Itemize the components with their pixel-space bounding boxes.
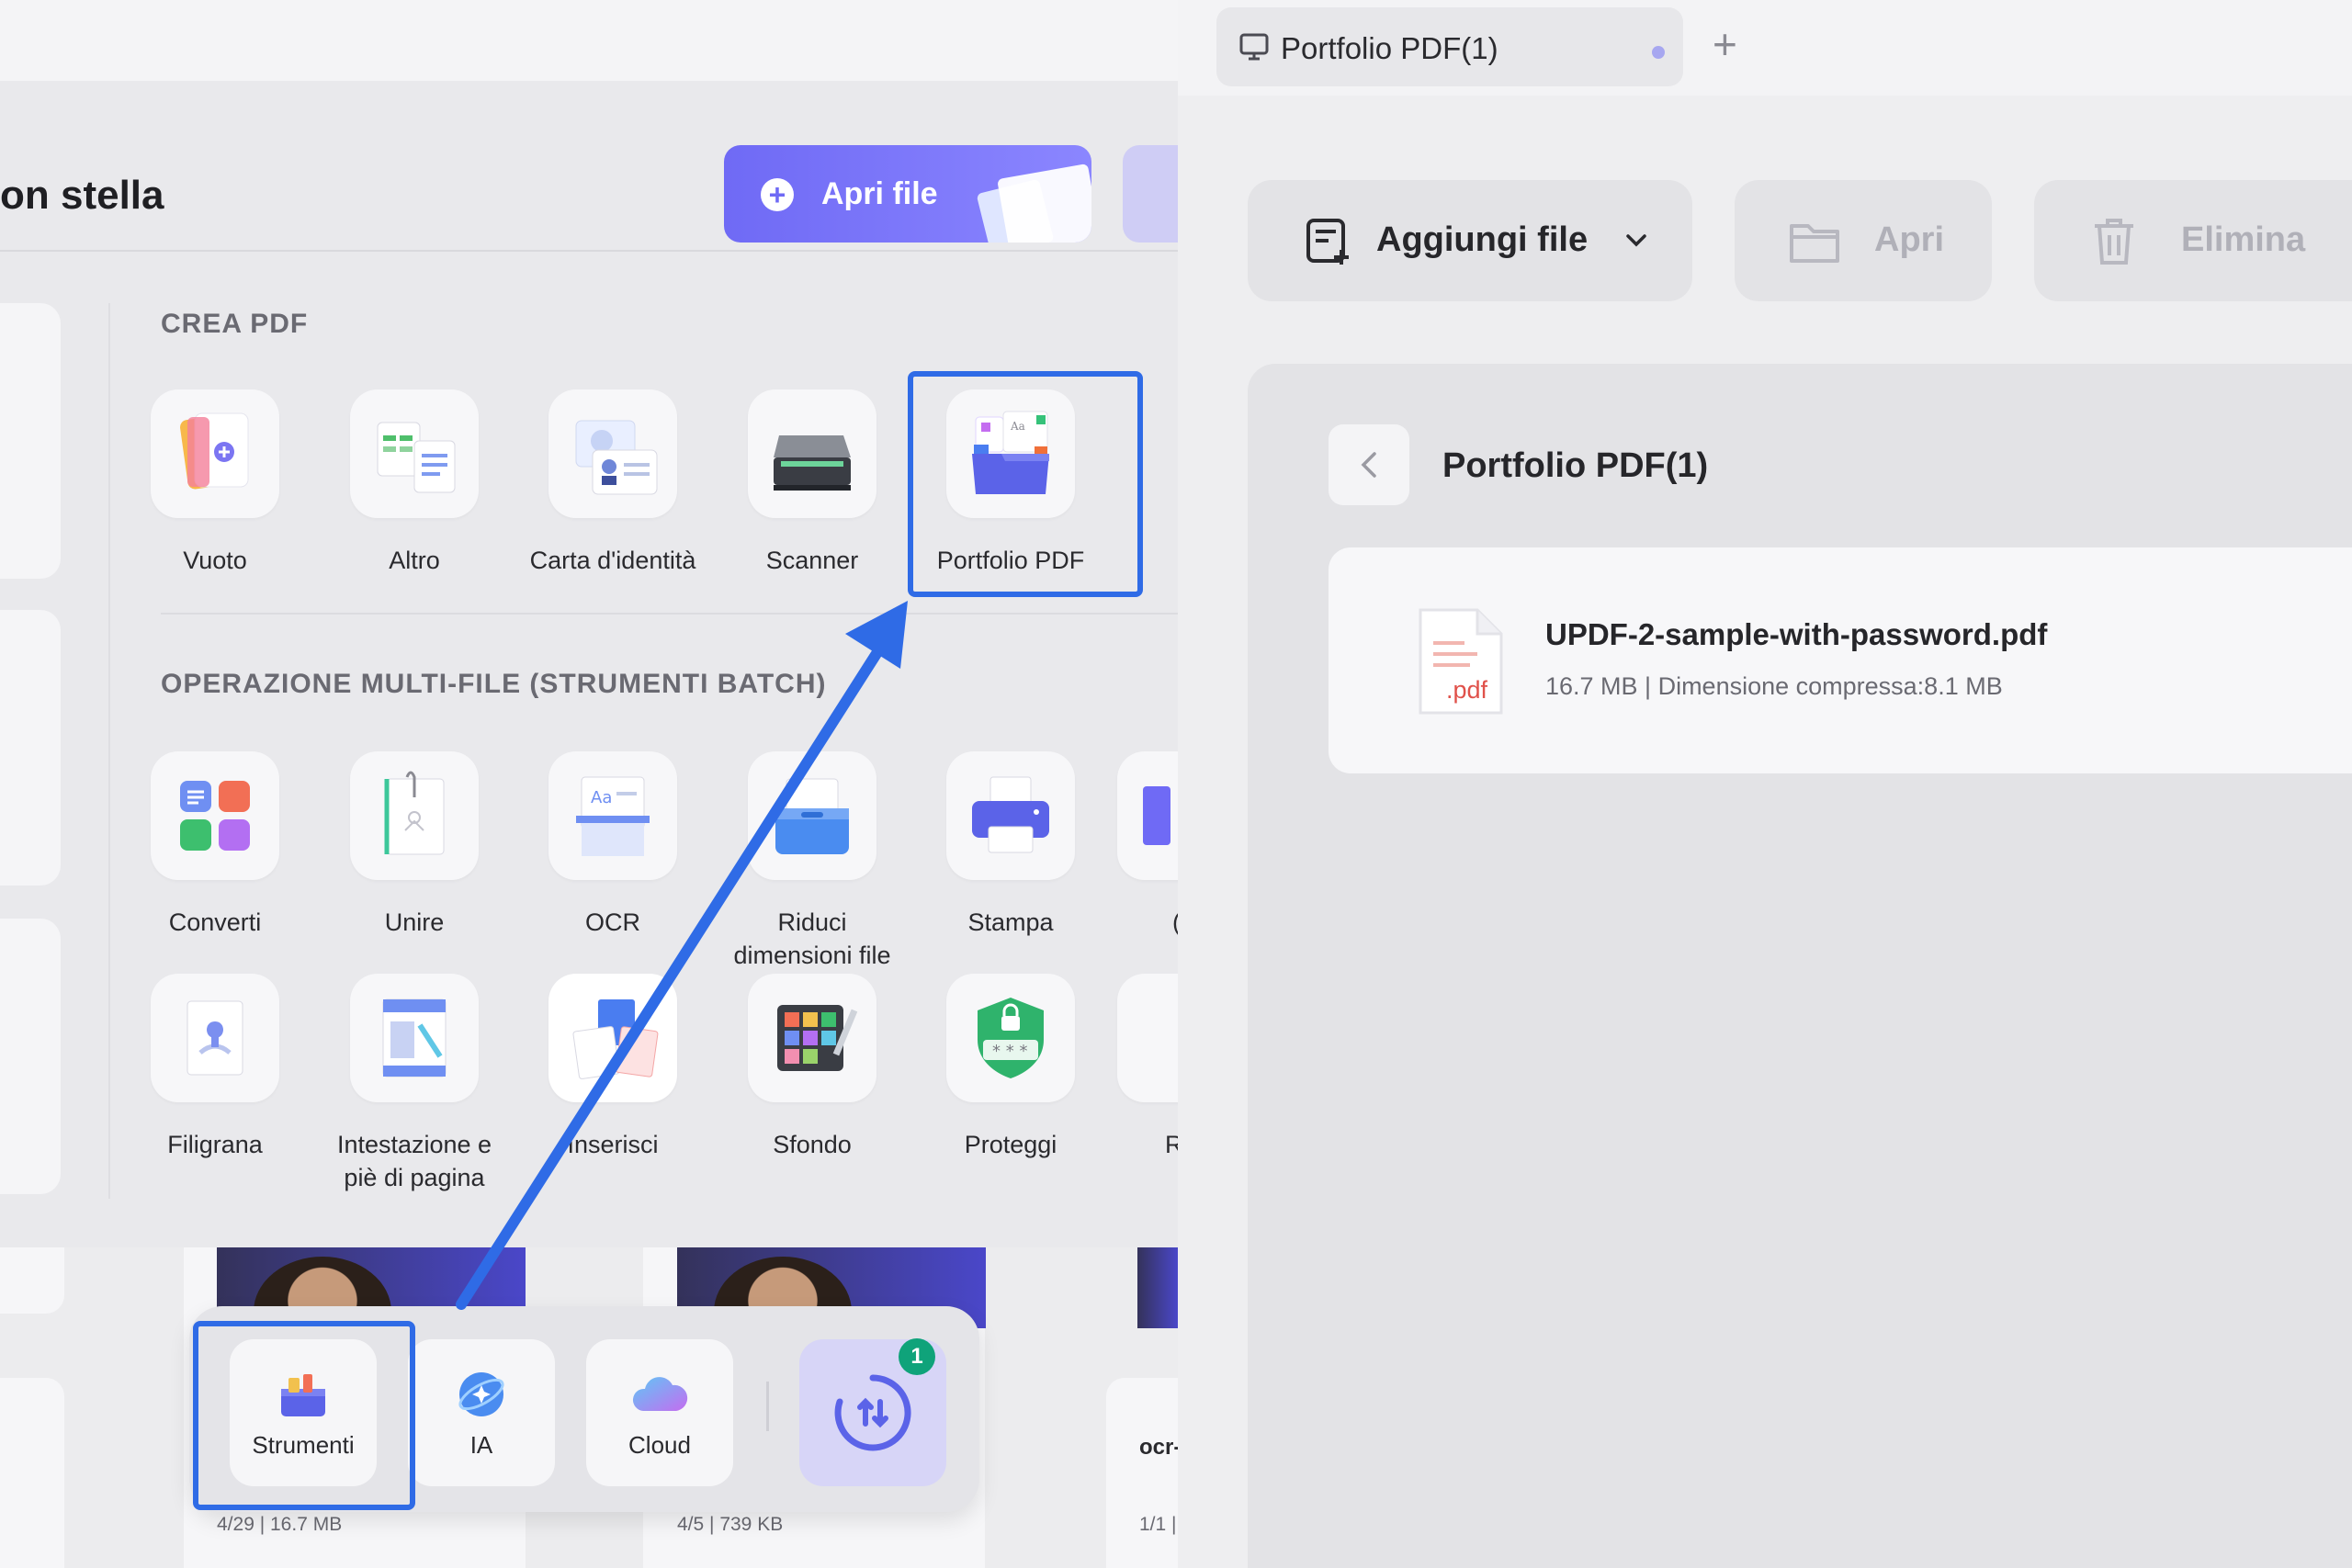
file-list-item[interactable]: .pdf	[1329, 547, 2352, 773]
home-window: on stella + Apri file CREA PDF Vuoto Alt…	[0, 0, 1178, 1568]
monitor-icon	[1239, 33, 1269, 61]
unsaved-dot	[1652, 46, 1665, 59]
open-button[interactable]: Apri	[1735, 180, 1992, 301]
tab-portfolio[interactable]: Portfolio PDF(1)	[1216, 7, 1683, 86]
open-label: Apri	[1874, 220, 1944, 259]
tab-title: Portfolio PDF(1)	[1281, 31, 1498, 65]
portfolio-panel	[1248, 364, 2352, 1568]
back-button[interactable]	[1329, 424, 1409, 505]
chevron-left-icon	[1361, 452, 1376, 478]
new-tab-button[interactable]: +	[1713, 18, 1737, 70]
add-file-icon	[1306, 219, 1349, 265]
file-name: UPDF-2-sample-with-password.pdf	[1545, 617, 2048, 651]
delete-label: Elimina	[2181, 220, 2306, 259]
add-files-label: Aggiungi file	[1376, 220, 1589, 259]
delete-button[interactable]: Elimina	[2034, 180, 2352, 301]
tab-bar: Portfolio PDF(1) +	[1178, 0, 2352, 96]
chevron-down-icon	[1626, 234, 1646, 247]
panel-title: Portfolio PDF(1)	[1442, 446, 1709, 485]
pdf-extension: .pdf	[1446, 676, 1488, 704]
folder-icon	[1790, 224, 1839, 263]
add-files-button[interactable]: Aggiungi file	[1248, 180, 1692, 301]
trash-icon	[2095, 219, 2133, 265]
annotation-arrow	[456, 601, 908, 1310]
file-size-info: 16.7 MB | Dimensione compressa:8.1 MB	[1545, 672, 2003, 700]
portfolio-window: Portfolio PDF(1) + Aggiungi file Apri El…	[1178, 0, 2352, 1568]
